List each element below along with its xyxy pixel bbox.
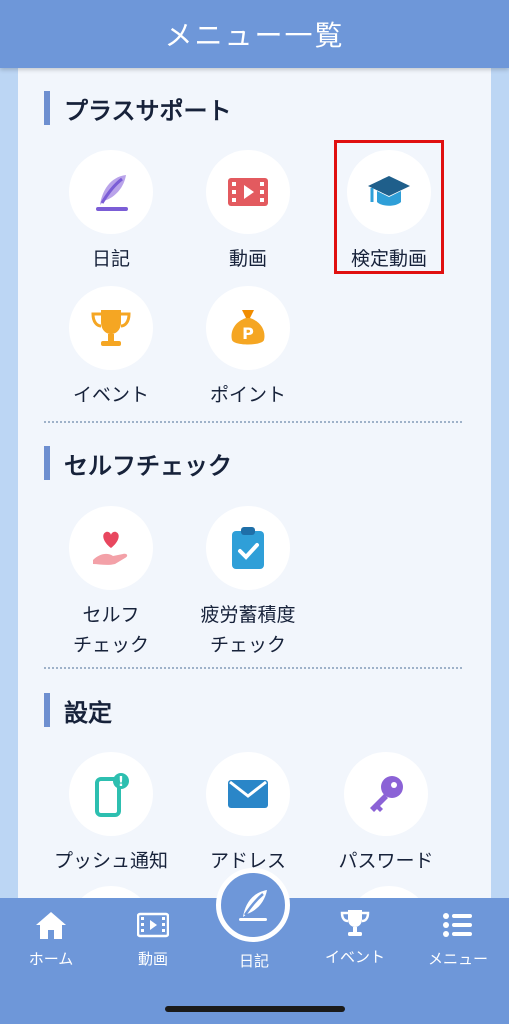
- tile-fatigue-check[interactable]: 疲労蓄積度 チェック: [178, 506, 318, 660]
- event-circle: [69, 286, 153, 370]
- tile-video[interactable]: 動画: [178, 150, 318, 274]
- menu-list-icon: [443, 913, 472, 937]
- tile-event[interactable]: イベント: [41, 286, 181, 410]
- svg-text:P: P: [242, 324, 254, 343]
- tile-partial: [69, 886, 153, 898]
- tile-address[interactable]: アドレス: [178, 752, 318, 876]
- tile-points[interactable]: P ポイント: [178, 286, 318, 410]
- diary-circle: [69, 150, 153, 234]
- points-bag-icon: P: [231, 310, 265, 345]
- quill-pen-icon: [239, 890, 267, 921]
- svg-text:!: !: [118, 775, 124, 790]
- section-title-plus-support: プラスサポート: [44, 90, 232, 126]
- trophy-icon: [91, 310, 131, 346]
- trophy-icon: [340, 910, 370, 936]
- heart-hand-icon: [93, 531, 128, 565]
- points-circle: P: [206, 286, 290, 370]
- mail-icon: [228, 780, 268, 808]
- tile-partial: [347, 886, 431, 898]
- menu-panel: プラスサポート 日記 動画 検定動画 イベント P ポイント セルフチェック セ…: [18, 68, 491, 898]
- section-title-settings: 設定: [44, 692, 112, 728]
- header: メニュー一覧: [0, 0, 509, 68]
- tile-label: パスワード: [338, 850, 434, 872]
- divider: [44, 421, 462, 423]
- tile-label: 動画: [228, 248, 267, 270]
- section-bar: [44, 693, 50, 727]
- center-diary-button[interactable]: [216, 868, 290, 942]
- tile-push-notification[interactable]: ! プッシュ通知: [41, 752, 181, 876]
- fatigue-check-circle: [206, 506, 290, 590]
- tile-diary[interactable]: 日記: [41, 150, 181, 274]
- page-title: メニュー一覧: [164, 19, 345, 52]
- key-icon: [370, 776, 403, 812]
- film-icon: [137, 912, 169, 938]
- tile-label: セルフ チェック: [72, 604, 149, 656]
- tile-label: 日記: [91, 248, 130, 270]
- section-bar: [44, 446, 50, 480]
- tile-label: 疲労蓄積度 チェック: [200, 604, 296, 656]
- password-circle: [344, 752, 428, 836]
- tab-event[interactable]: イベント: [310, 904, 400, 967]
- tile-label: イベント: [72, 384, 149, 406]
- highlight-box: [334, 140, 444, 274]
- tile-label: プッシュ通知: [53, 850, 168, 872]
- address-circle: [206, 752, 290, 836]
- push-circle: !: [69, 752, 153, 836]
- tile-self-check[interactable]: セルフ チェック: [41, 506, 181, 660]
- tab-home[interactable]: ホーム: [6, 906, 96, 969]
- home-indicator: [165, 1006, 345, 1012]
- tab-menu[interactable]: メニュー: [413, 906, 503, 969]
- clipboard-check-icon: [232, 527, 264, 569]
- self-check-circle: [69, 506, 153, 590]
- home-icon: [36, 912, 66, 939]
- section-bar: [44, 91, 50, 125]
- tab-video[interactable]: 動画: [108, 906, 198, 969]
- divider: [44, 667, 462, 669]
- section-title-self-check: セルフチェック: [44, 445, 232, 481]
- tab-diary[interactable]: 日記: [209, 946, 299, 971]
- film-icon: [228, 178, 268, 206]
- tile-password[interactable]: パスワード: [316, 752, 456, 876]
- phone-notification-icon: !: [95, 773, 129, 817]
- tile-label: ポイント: [209, 384, 286, 406]
- video-circle: [206, 150, 290, 234]
- quill-pen-icon: [96, 175, 128, 211]
